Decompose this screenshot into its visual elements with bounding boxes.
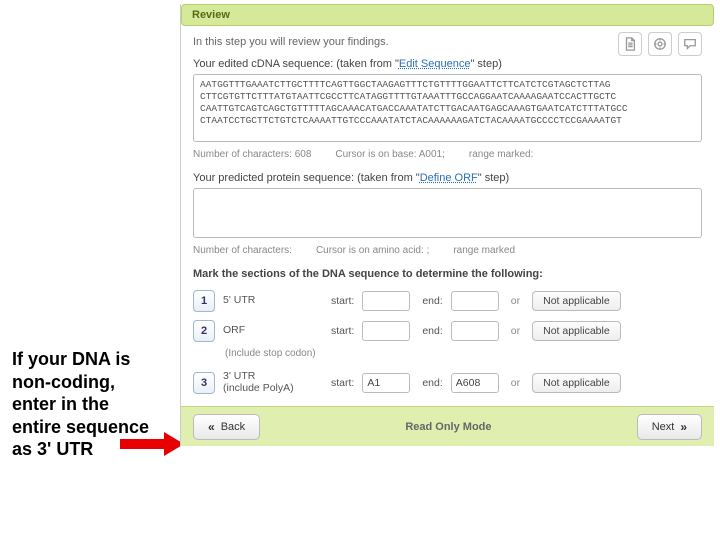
start-label: start:	[331, 325, 354, 337]
chevron-right-icon: »	[680, 420, 687, 434]
mark-heading: Mark the sections of the DNA sequence to…	[193, 268, 702, 280]
stop-codon-note: (Include stop codon)	[225, 348, 702, 359]
start-input-5utr[interactable]	[362, 291, 410, 311]
row-label: 3' UTR (include PolyA)	[223, 371, 319, 394]
chevron-left-icon: «	[208, 420, 215, 434]
cdna-label: Your edited cDNA sequence: (taken from "…	[193, 58, 702, 70]
end-label: end:	[422, 325, 442, 337]
define-orf-link[interactable]: Define ORF	[420, 172, 478, 184]
arrow-indicator	[120, 432, 186, 456]
mark-row-orf: 2 ORF start: end: or Not applicable	[193, 320, 702, 342]
end-label: end:	[422, 295, 442, 307]
help-icon[interactable]	[648, 32, 672, 56]
cdna-sequence-box[interactable]: AATGGTTTGAAATCTTGCTTTTCAGTTGGCTAAGAGTTTC…	[193, 74, 702, 142]
mark-row-5utr: 1 5' UTR start: end: or Not applicable	[193, 290, 702, 312]
protein-sequence-box[interactable]	[193, 188, 702, 238]
footer-bar: « Back Read Only Mode Next »	[181, 406, 714, 446]
protein-label: Your predicted protein sequence: (taken …	[193, 172, 702, 184]
document-icon[interactable]	[618, 32, 642, 56]
row-label: ORF	[223, 325, 319, 337]
start-label: start:	[331, 295, 354, 307]
mark-row-3utr: 3 3' UTR (include PolyA) start: end: or …	[193, 371, 702, 394]
end-input-5utr[interactable]	[451, 291, 499, 311]
or-text: or	[511, 325, 520, 337]
panel-header: Review	[181, 4, 714, 26]
next-button[interactable]: Next »	[637, 414, 702, 440]
end-label: end:	[422, 377, 442, 389]
edit-sequence-link[interactable]: Edit Sequence	[399, 58, 471, 70]
start-label: start:	[331, 377, 354, 389]
or-text: or	[511, 295, 520, 307]
read-only-mode-label: Read Only Mode	[405, 421, 491, 433]
row-label: 5' UTR	[223, 295, 319, 307]
or-text: or	[511, 377, 520, 389]
review-panel: Review In this step you will review your…	[180, 4, 714, 446]
start-input-3utr[interactable]	[362, 373, 410, 393]
protein-meta: Number of characters: Cursor is on amino…	[193, 245, 702, 256]
not-applicable-button[interactable]: Not applicable	[532, 321, 621, 341]
end-input-3utr[interactable]	[451, 373, 499, 393]
not-applicable-button[interactable]: Not applicable	[532, 291, 621, 311]
cdna-meta: Number of characters: 608 Cursor is on b…	[193, 149, 702, 160]
back-button[interactable]: « Back	[193, 414, 260, 440]
row-number: 3	[193, 372, 215, 394]
row-number: 2	[193, 320, 215, 342]
not-applicable-button[interactable]: Not applicable	[532, 373, 621, 393]
row-number: 1	[193, 290, 215, 312]
comment-icon[interactable]	[678, 32, 702, 56]
start-input-orf[interactable]	[362, 321, 410, 341]
end-input-orf[interactable]	[451, 321, 499, 341]
